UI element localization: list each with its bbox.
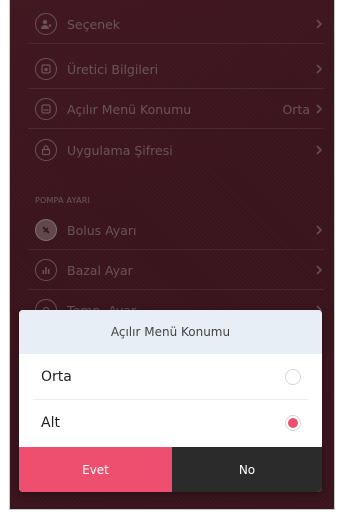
option-label: Orta [41,369,72,385]
cancel-button[interactable]: No [172,447,322,492]
option-orta[interactable]: Orta [19,354,322,400]
confirm-button[interactable]: Evet [19,447,172,492]
option-label: Alt [41,415,60,431]
dialog-buttons: Evet No [19,447,322,492]
option-alt[interactable]: Alt [19,400,322,446]
radio-button-orta[interactable] [285,369,301,385]
radio-button-alt[interactable] [285,415,301,431]
dialog-title: Açılır Menü Konumu [19,310,322,354]
popup-position-dialog: Açılır Menü Konumu Orta Alt Evet No [19,310,322,492]
